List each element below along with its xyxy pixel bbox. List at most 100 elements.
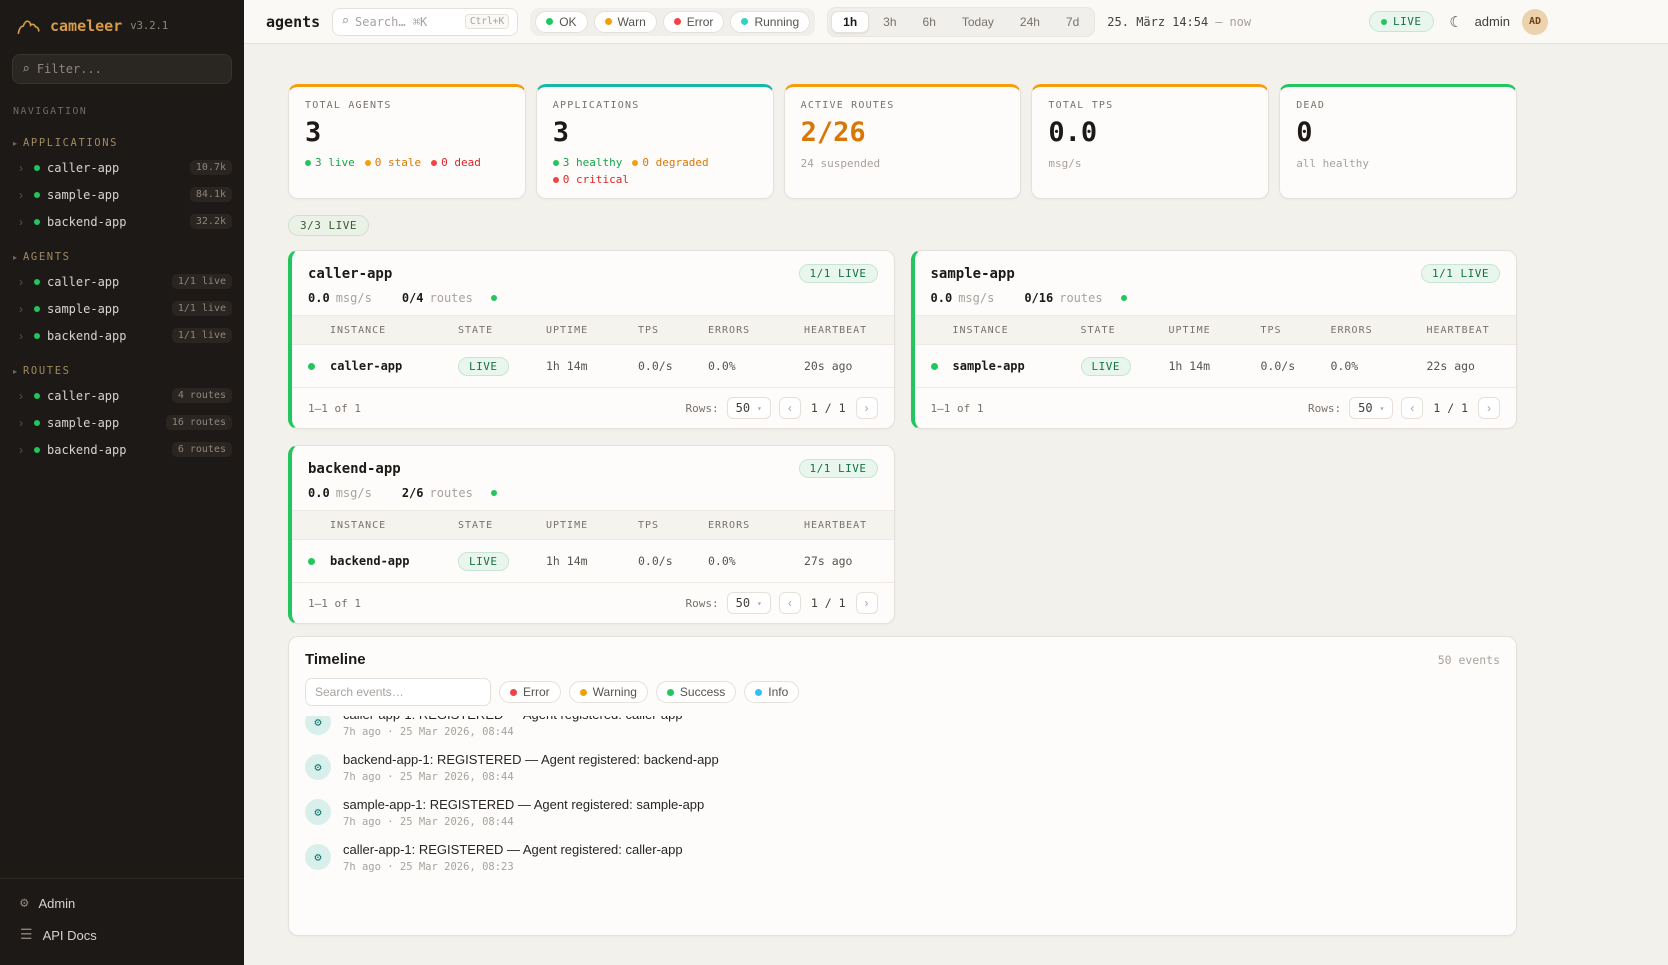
chevron-right-icon: › [19, 188, 27, 202]
next-page-button[interactable]: › [856, 592, 878, 614]
filter-chip-ok[interactable]: OK [535, 11, 587, 33]
event-time: 7h ago · 25 Mar 2026, 08:23 [343, 861, 683, 873]
sidebar-item-routes-caller-app[interactable]: › caller-app 4 routes [0, 382, 244, 409]
dark-mode-toggle[interactable]: ☾ [1446, 9, 1463, 35]
time-range-group: 1h 3h 6h Today 24h 7d [827, 7, 1095, 37]
ok-dot [667, 689, 674, 696]
rows-value: 50 [736, 401, 750, 415]
events-search-input[interactable] [315, 685, 481, 699]
range-button-3h[interactable]: 3h [871, 11, 908, 33]
gear-icon: ⚙ [305, 754, 331, 780]
stat-detail: 0 degraded [642, 156, 708, 169]
sidebar-item-agents-sample-app[interactable]: › sample-app 1/1 live [0, 295, 244, 322]
status-dot [34, 219, 40, 225]
section-label: APPLICATIONS [23, 137, 118, 149]
event-filter-error[interactable]: Error [499, 681, 561, 703]
rows-per-page-select[interactable]: 50 ▾ [727, 592, 771, 614]
app-version: v3.2.1 [130, 20, 168, 32]
app-card-caller-app: caller-app 1/1 LIVE 0.0 msg/s 0/4 routes [288, 250, 895, 429]
live-status-badge[interactable]: LIVE [1369, 11, 1434, 32]
filter-chip-error[interactable]: Error [663, 11, 725, 33]
prev-page-button[interactable]: ‹ [779, 397, 801, 419]
event-item[interactable]: ⚙ caller-app-1: REGISTERED — Agent regis… [305, 716, 1500, 745]
section-header-applications[interactable]: ▸ APPLICATIONS [0, 133, 244, 154]
sidebar-item-applications-caller-app[interactable]: › caller-app 10.7k [0, 154, 244, 181]
rows-per-page-select[interactable]: 50 ▾ [727, 397, 771, 419]
section-marker-icon: ▸ [13, 139, 17, 148]
sidebar-item-routes-backend-app[interactable]: › backend-app 6 routes [0, 436, 244, 463]
range-button-today[interactable]: Today [950, 11, 1006, 33]
chevron-right-icon: › [19, 302, 27, 316]
event-filter-success[interactable]: Success [656, 681, 736, 703]
sidebar-filter[interactable]: ⌕ [12, 54, 232, 84]
tps-value: 0.0 [931, 291, 953, 305]
table-row[interactable]: caller-app LIVE 1h 14m 0.0/s 0.0% 20s ag… [292, 345, 894, 387]
column-header: STATE [1081, 325, 1169, 336]
event-filter-info[interactable]: Info [744, 681, 799, 703]
content-area: TOTAL AGENTS 3 3 live 0 stale 0 dead APP… [244, 44, 1668, 965]
rows-label: Rows: [1308, 402, 1341, 415]
prev-page-button[interactable]: ‹ [1401, 397, 1423, 419]
app-card-title[interactable]: caller-app [308, 266, 392, 282]
avatar[interactable]: AD [1522, 9, 1548, 35]
column-header: ERRORS [708, 325, 804, 336]
sidebar-item-agents-caller-app[interactable]: › caller-app 1/1 live [0, 268, 244, 295]
chevron-right-icon: › [19, 389, 27, 403]
row-range-label: 1–1 of 1 [308, 402, 361, 415]
camel-logo-icon [16, 16, 42, 36]
event-item[interactable]: ⚙ caller-app-1: REGISTERED — Agent regis… [305, 835, 1500, 880]
app-card-title[interactable]: backend-app [308, 461, 401, 477]
rows-per-page-select[interactable]: 50 ▾ [1349, 397, 1393, 419]
global-search-input[interactable] [355, 15, 459, 29]
row-range-label: 1–1 of 1 [931, 402, 984, 415]
filter-chip-warn[interactable]: Warn [594, 11, 657, 33]
stat-sub: msg/s [1048, 157, 1252, 170]
stat-label: TOTAL TPS [1048, 100, 1252, 111]
app-card-title[interactable]: sample-app [931, 266, 1015, 282]
sidebar-item-routes-sample-app[interactable]: › sample-app 16 routes [0, 409, 244, 436]
range-button-7d[interactable]: 7d [1054, 11, 1091, 33]
range-button-1h[interactable]: 1h [831, 11, 869, 33]
table-header: INSTANCE STATE UPTIME TPS ERRORS HEARTBE… [915, 315, 1517, 345]
range-button-6h[interactable]: 6h [911, 11, 948, 33]
heartbeat-cell: 27s ago [804, 554, 878, 568]
column-header: UPTIME [1169, 325, 1261, 336]
chip-label: Info [768, 685, 788, 699]
events-list[interactable]: ⚙ caller-app-1: REGISTERED — Agent regis… [289, 716, 1516, 932]
sidebar-filter-input[interactable] [37, 62, 222, 76]
sidebar-item-agents-backend-app[interactable]: › backend-app 1/1 live [0, 322, 244, 349]
section-header-agents[interactable]: ▸ AGENTS [0, 247, 244, 268]
tps-unit: msg/s [336, 291, 372, 305]
events-search[interactable] [305, 678, 491, 706]
sidebar-item-api-docs[interactable]: ☰ API Docs [8, 919, 236, 951]
column-header: HEARTBEAT [804, 325, 878, 336]
sidebar-item-applications-sample-app[interactable]: › sample-app 84.1k [0, 181, 244, 208]
event-item[interactable]: ⚙ sample-app-1: REGISTERED — Agent regis… [305, 790, 1500, 835]
sidebar-item-applications-backend-app[interactable]: › backend-app 32.2k [0, 208, 244, 235]
event-title: caller-app-1: REGISTERED — Agent registe… [343, 842, 683, 857]
global-search[interactable]: ⌕ Ctrl+K [332, 8, 518, 36]
column-header: TPS [1261, 325, 1331, 336]
sidebar-item-label: caller-app [47, 389, 119, 403]
next-page-button[interactable]: › [856, 397, 878, 419]
section-marker-icon: ▸ [13, 367, 17, 376]
column-header: TPS [638, 325, 708, 336]
table-row[interactable]: sample-app LIVE 1h 14m 0.0/s 0.0% 22s ag… [915, 345, 1517, 387]
event-item[interactable]: ⚙ backend-app-1: REGISTERED — Agent regi… [305, 745, 1500, 790]
sidebar-item-badge: 1/1 live [172, 301, 232, 316]
filter-chip-running[interactable]: Running [730, 11, 810, 33]
range-button-24h[interactable]: 24h [1008, 11, 1052, 33]
sidebar-section-routes: ▸ ROUTES › caller-app 4 routes › sample-… [0, 361, 244, 463]
stat-card-total-tps: TOTAL TPS 0.0 msg/s [1031, 84, 1269, 199]
table-row[interactable]: backend-app LIVE 1h 14m 0.0/s 0.0% 27s a… [292, 540, 894, 582]
live-count-badge: 1/1 LIVE [799, 264, 878, 283]
time-range-readout[interactable]: 25. März 14:54 — now [1107, 15, 1251, 29]
sidebar-item-label: backend-app [47, 329, 126, 343]
next-page-button[interactable]: › [1478, 397, 1500, 419]
prev-page-button[interactable]: ‹ [779, 592, 801, 614]
sidebar-item-admin[interactable]: ⚙ Admin [8, 887, 236, 919]
event-filter-warning[interactable]: Warning [569, 681, 648, 703]
running-dot [741, 18, 748, 25]
section-header-routes[interactable]: ▸ ROUTES [0, 361, 244, 382]
sidebar-item-badge: 1/1 live [172, 328, 232, 343]
